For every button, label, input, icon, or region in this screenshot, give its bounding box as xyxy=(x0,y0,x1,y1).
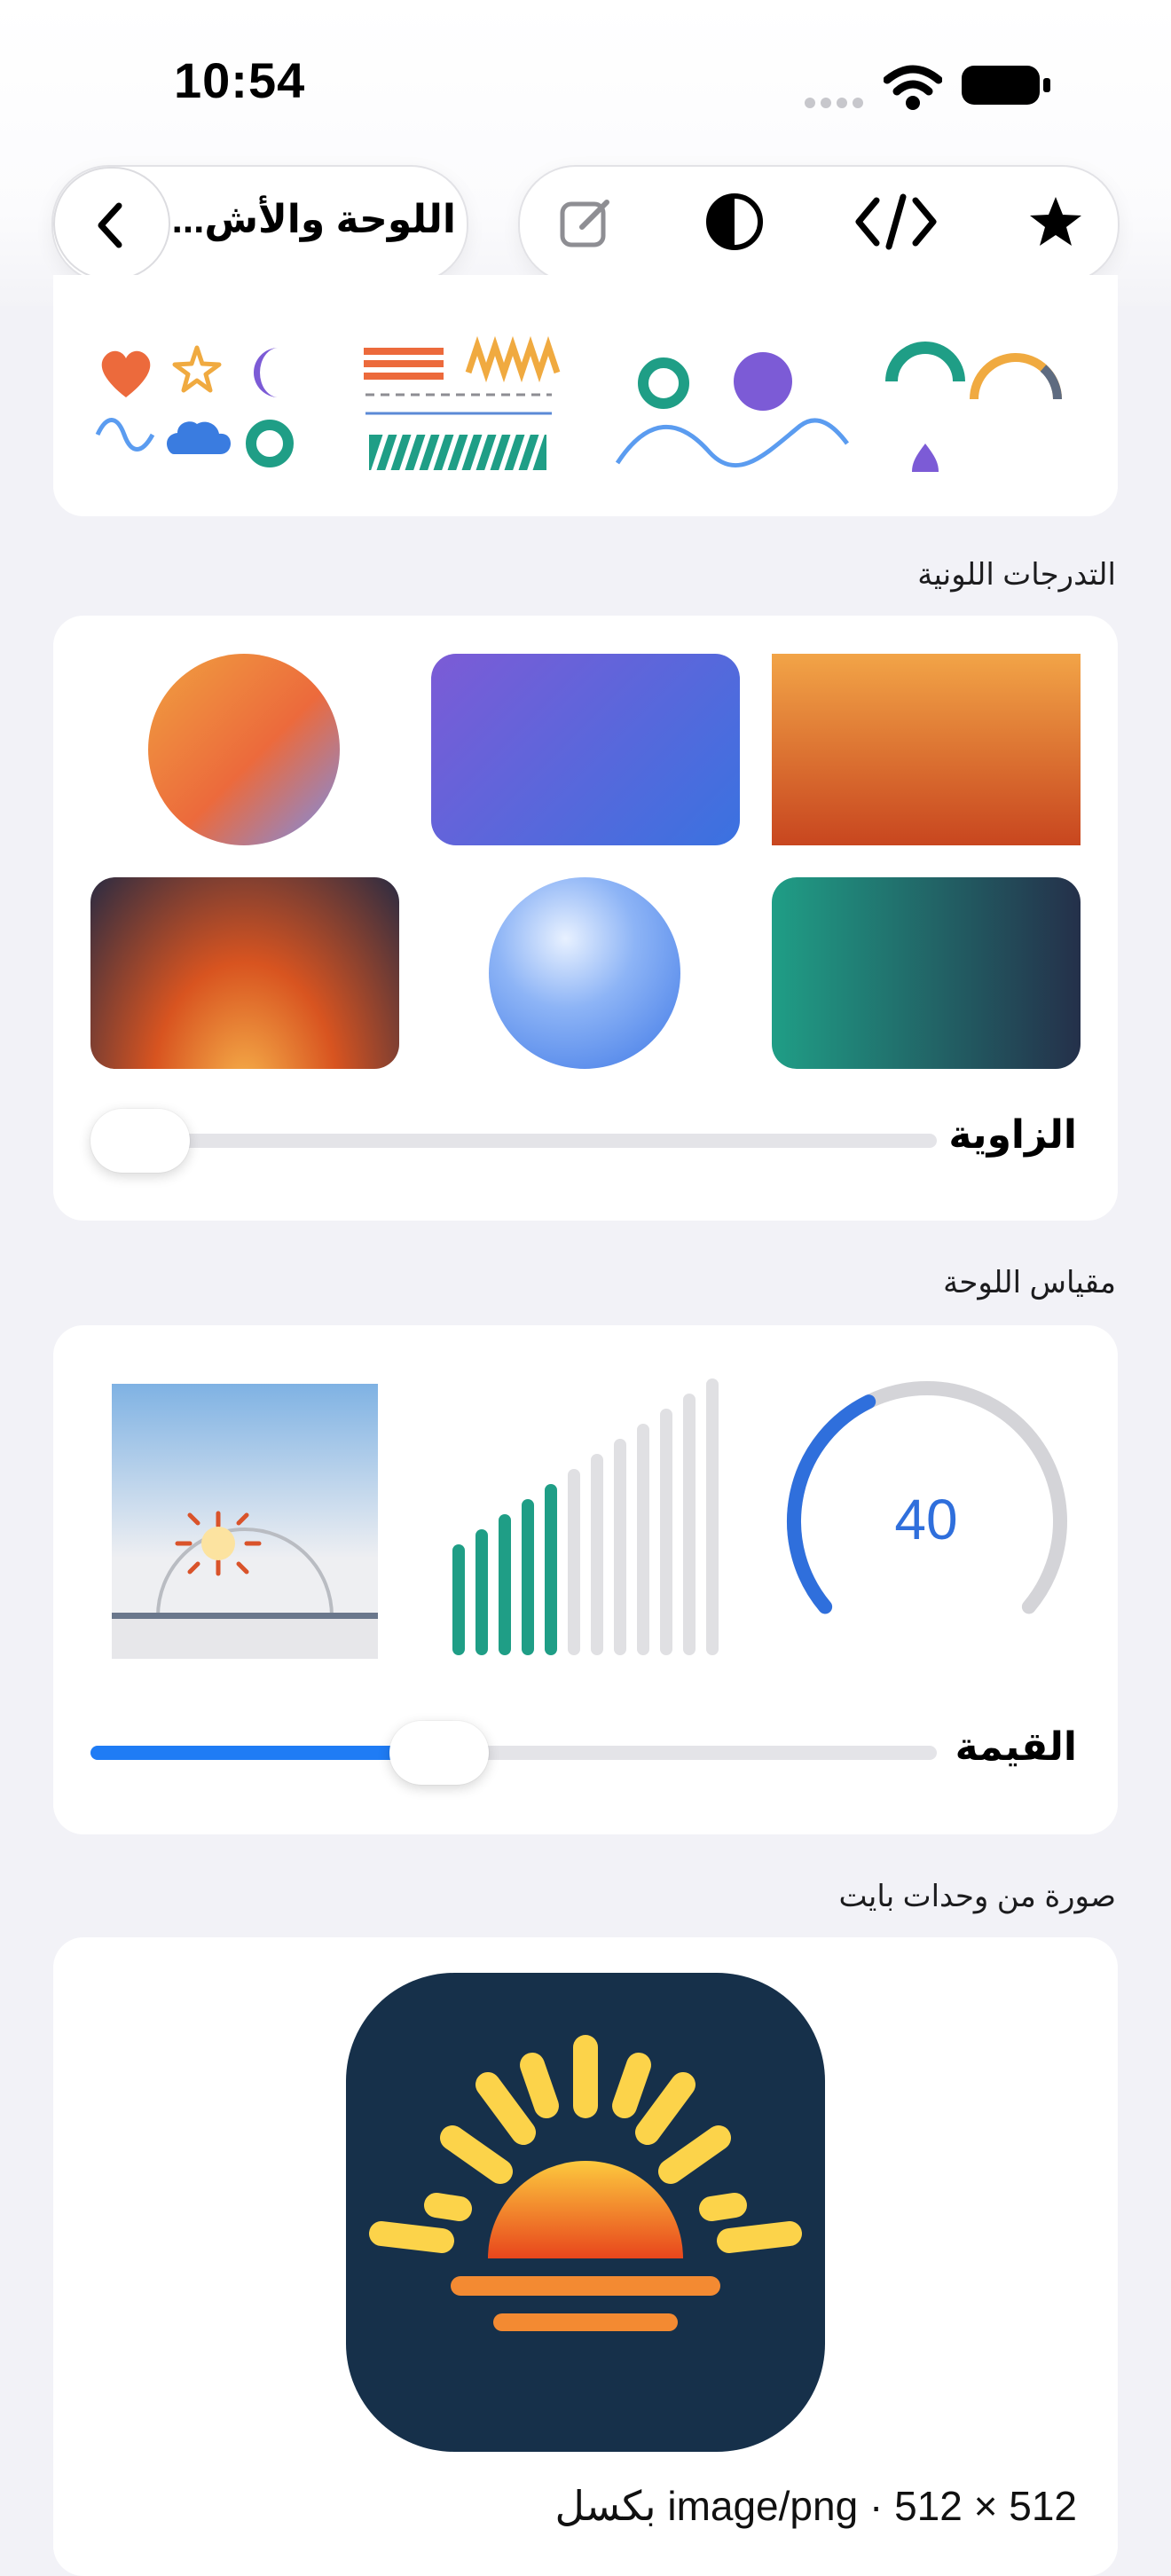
gauge-value: 40 xyxy=(894,1488,958,1551)
gradient-teal-rect xyxy=(772,877,1081,1069)
edit-button[interactable] xyxy=(543,179,628,264)
image-section-title: صورة من وحدات بايت xyxy=(838,1880,1116,1913)
sun-scene-illustration xyxy=(112,1384,378,1659)
level-bar xyxy=(568,1469,580,1655)
favorite-button[interactable] xyxy=(1013,179,1098,264)
gradient-orange-circle xyxy=(148,654,340,845)
gradient-blue-sphere xyxy=(489,877,680,1069)
level-bar xyxy=(614,1439,626,1655)
level-bar xyxy=(660,1409,672,1655)
battery-icon xyxy=(960,64,1052,111)
angle-slider-knob[interactable] xyxy=(90,1109,190,1173)
cloud-icon xyxy=(167,421,231,454)
app-icon-image xyxy=(346,1973,825,2452)
gauge-section-title: مقياس اللوحة xyxy=(943,1266,1116,1300)
value-slider[interactable] xyxy=(90,1721,939,1785)
gradient-sunset-rect xyxy=(772,654,1081,845)
level-bars-chart xyxy=(452,1378,719,1655)
level-bar xyxy=(683,1394,696,1655)
edit-icon xyxy=(560,200,609,247)
code-button[interactable] xyxy=(850,179,942,264)
level-bar xyxy=(475,1529,488,1655)
value-slider-fill xyxy=(90,1746,439,1760)
moon-icon xyxy=(254,348,279,397)
level-bar xyxy=(499,1514,511,1655)
angle-slider-track xyxy=(90,1134,937,1148)
shapes-illustrations xyxy=(95,335,1062,475)
wave-icon xyxy=(95,418,155,452)
level-bar xyxy=(452,1544,465,1655)
stripes-shape xyxy=(364,335,561,475)
heart-icon xyxy=(101,350,151,397)
level-bar xyxy=(591,1454,603,1655)
level-bar xyxy=(522,1499,534,1655)
gradient-purple-blue-rect xyxy=(431,654,740,845)
code-icon xyxy=(855,193,937,250)
angle-slider-label: الزاوية xyxy=(948,1113,1077,1157)
chevron-left-icon xyxy=(98,202,122,248)
ring-icon xyxy=(246,420,294,467)
value-slider-label: القيمة xyxy=(955,1725,1077,1769)
star-icon xyxy=(1030,197,1081,246)
contrast-icon xyxy=(706,193,763,250)
arcs-shape xyxy=(885,342,1062,472)
page-title[interactable]: اللوحة والأش... xyxy=(172,197,456,242)
back-button[interactable] xyxy=(53,167,170,280)
level-bar xyxy=(706,1378,719,1655)
image-caption: 512 × 512 · image/png بكسل xyxy=(554,2483,1077,2529)
value-slider-knob[interactable] xyxy=(389,1721,489,1785)
level-bar xyxy=(637,1424,649,1655)
contrast-button[interactable] xyxy=(692,179,777,264)
level-bar xyxy=(545,1484,557,1655)
gradient-radial-ember-rect xyxy=(90,877,399,1069)
circles-wave-shape xyxy=(615,352,849,467)
star-shape-icon xyxy=(172,345,222,393)
gradients-section-title: التدرجات اللونية xyxy=(917,558,1116,592)
wifi-icon xyxy=(883,62,943,116)
cellular-dots-icon xyxy=(803,96,865,114)
status-time: 10:54 xyxy=(174,52,306,108)
angle-slider[interactable] xyxy=(90,1109,939,1173)
